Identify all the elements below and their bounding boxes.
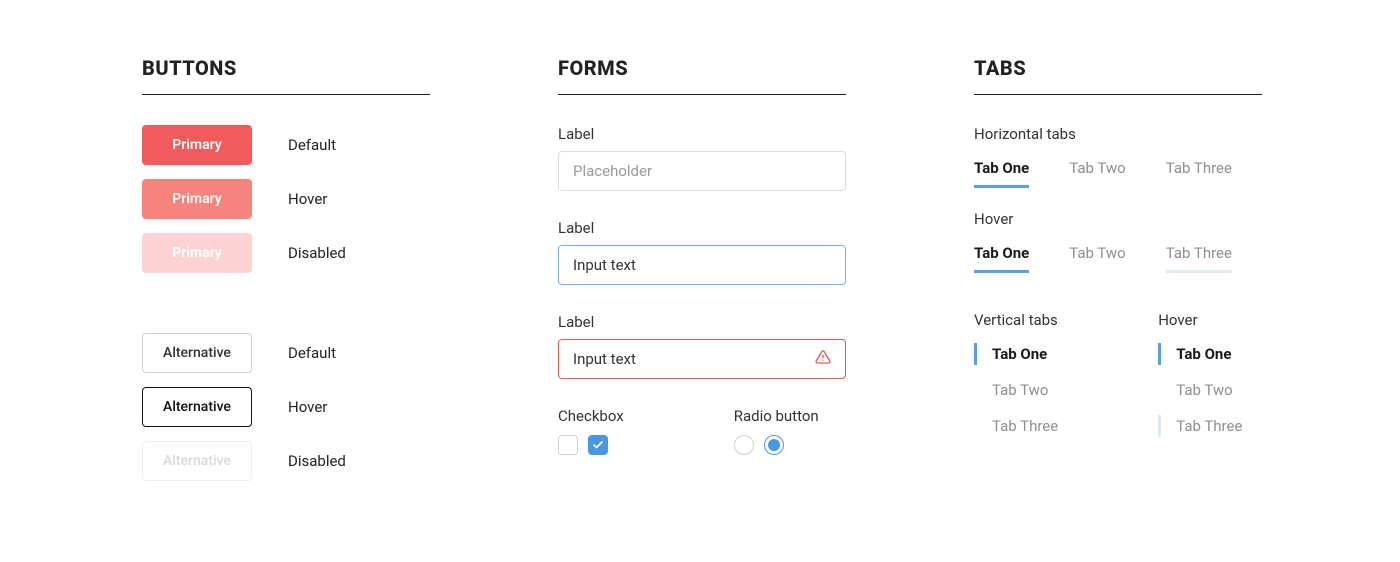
state-label-hover: Hover [288,190,327,208]
tab-three-hover[interactable]: Tab Three [1166,244,1232,273]
checkbox-unchecked[interactable] [558,435,578,455]
tab-three[interactable]: Tab Three [974,417,1058,435]
section-title-buttons: BUTTONS [142,56,430,80]
tab-one[interactable]: Tab One [974,159,1029,188]
state-label-hover: Hover [288,398,327,416]
input-label: Label [558,313,846,331]
vertical-tabs-label: Vertical tabs [974,311,1058,329]
tab-two[interactable]: Tab Two [1069,159,1126,188]
buttons-section: BUTTONS Primary Default Primary Hover Pr… [142,56,430,495]
state-label-default: Default [288,344,336,362]
checkbox-checked[interactable] [588,435,608,455]
state-label-disabled: Disabled [288,452,346,470]
input-label: Label [558,125,846,143]
input-label: Label [558,219,846,237]
horizontal-tabs-hover-label: Hover [974,210,1262,228]
input-value: Input text [573,350,636,368]
alternative-button-hover[interactable]: Alternative [142,387,252,427]
horizontal-tabs-hover: Tab One Tab Two Tab Three [974,244,1262,273]
state-label-default: Default [288,136,336,154]
section-title-forms: FORMS [558,56,846,80]
primary-button-disabled: Primary [142,233,252,273]
primary-button-hover[interactable]: Primary [142,179,252,219]
divider [558,94,846,95]
tab-two[interactable]: Tab Two [1158,381,1242,399]
checkbox-group-label: Checkbox [558,407,624,425]
radio-group-label: Radio button [734,407,819,425]
text-input-error[interactable]: Input text [558,339,846,379]
alternative-button[interactable]: Alternative [142,333,252,373]
vertical-tabs-hover: Tab One Tab Two Tab Three [1158,345,1242,435]
horizontal-tabs-label: Horizontal tabs [974,125,1262,143]
vertical-tabs: Tab One Tab Two Tab Three [974,345,1058,435]
alternative-button-disabled: Alternative [142,441,252,481]
vertical-tabs-hover-label: Hover [1158,311,1242,329]
section-title-tabs: TABS [974,56,1262,80]
horizontal-tabs: Tab One Tab Two Tab Three [974,159,1262,188]
tab-one[interactable]: Tab One [1158,345,1242,363]
input-value: Input text [573,256,636,274]
state-label-disabled: Disabled [288,244,346,262]
tab-three-hover[interactable]: Tab Three [1158,417,1242,435]
tab-two[interactable]: Tab Two [1069,244,1126,273]
warning-icon [815,349,831,369]
divider [142,94,430,95]
tab-one[interactable]: Tab One [974,244,1029,273]
radio-dot-icon [768,439,780,451]
tabs-section: TABS Horizontal tabs Tab One Tab Two Tab… [974,56,1262,495]
text-input-default[interactable]: Placeholder [558,151,846,191]
primary-button[interactable]: Primary [142,125,252,165]
tab-one[interactable]: Tab One [974,345,1058,363]
text-input-active[interactable]: Input text [558,245,846,285]
divider [974,94,1262,95]
input-placeholder: Placeholder [573,162,652,180]
radio-unchecked[interactable] [734,435,754,455]
check-icon [592,439,604,451]
forms-section: FORMS Label Placeholder Label Input text… [558,56,846,495]
tab-two[interactable]: Tab Two [974,381,1058,399]
tab-three[interactable]: Tab Three [1166,159,1232,188]
radio-checked[interactable] [764,435,784,455]
